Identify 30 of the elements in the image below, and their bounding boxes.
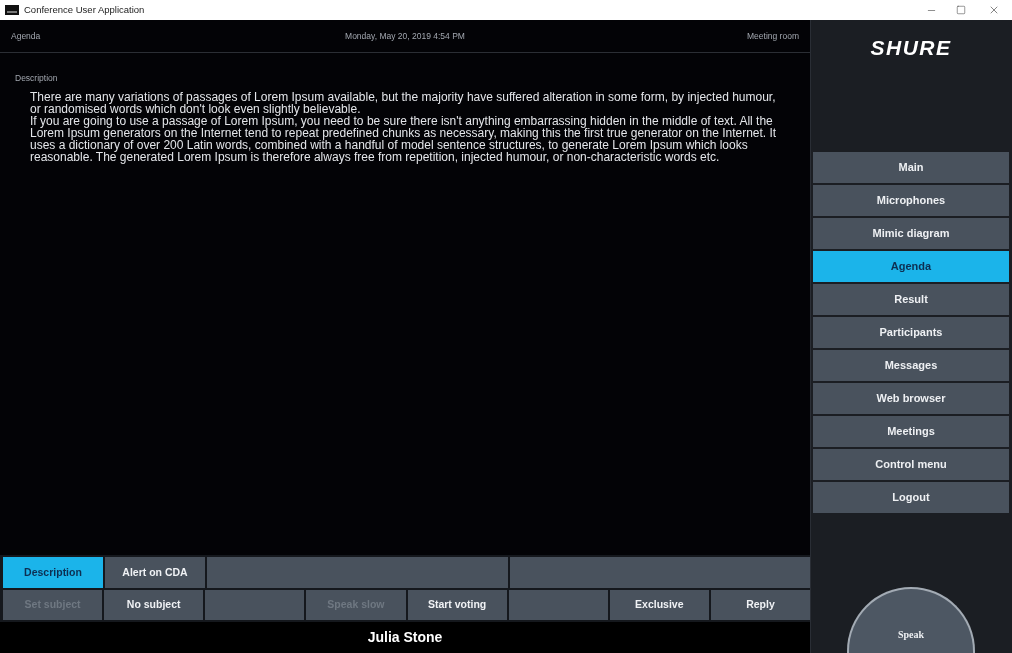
tab[interactable]: Description: [3, 557, 103, 588]
action-button[interactable]: Start voting: [407, 590, 507, 620]
window-title: Conference User Application: [24, 2, 145, 17]
section-title: Agenda: [11, 29, 42, 43]
maximize-icon: [956, 5, 966, 15]
menu-item[interactable]: Participants: [813, 317, 1009, 348]
action-button[interactable]: No subject: [104, 590, 204, 620]
menu-item[interactable]: Main: [813, 152, 1009, 183]
action-button[interactable]: Exclusive: [609, 590, 709, 620]
description-text: There are many variations of passages of Lorem Ipsum available, but the majority have suffered alteration in some form, by injected humour, or randomised words which don't look even slightly believable.: [30, 91, 777, 115]
description-label: Description: [15, 72, 58, 85]
tab[interactable]: Alert on CDA: [105, 557, 205, 588]
menu-item[interactable]: Control menu: [813, 449, 1009, 480]
brand-logo: SHURE: [870, 36, 952, 60]
room-label: Meeting room: [746, 29, 799, 43]
app-icon: [5, 5, 19, 15]
menu-item[interactable]: Microphones: [813, 185, 1009, 216]
menu-item[interactable]: Agenda: [813, 251, 1009, 282]
menu-item[interactable]: Logout: [813, 482, 1009, 513]
menu-item[interactable]: Web browser: [813, 383, 1009, 414]
menu-item[interactable]: Meetings: [813, 416, 1009, 447]
action-button[interactable]: Reply: [710, 590, 810, 620]
menu-item[interactable]: Mimic diagram: [813, 218, 1009, 249]
date-time-text: Monday, May 20, 2019 4:54 PM: [345, 29, 465, 43]
speaker-name: Julia Stone: [367, 628, 443, 647]
close-icon: [988, 4, 1000, 16]
menu-item[interactable]: Result: [813, 284, 1009, 315]
menu-item[interactable]: Messages: [813, 350, 1009, 381]
speak-button[interactable]: Speak: [847, 587, 975, 653]
description-text: If you are going to use a passage of Lorem Ipsum, you need to be sure there isn't anything embarrassing hidden in the middle of text. All the Lorem Ipsum generators on the Internet tend to repeat predefined chunks as necessary, making this the first true generator on the Internet. It uses a dictionary of over 200 Latin words, combined with a handful of model sentence structures, to generate Lorem Ipsum which looks reasonable. The generated Lorem Ipsum is therefore always free from repetition, injected humour, or non-characteristic words etc.: [30, 115, 778, 163]
